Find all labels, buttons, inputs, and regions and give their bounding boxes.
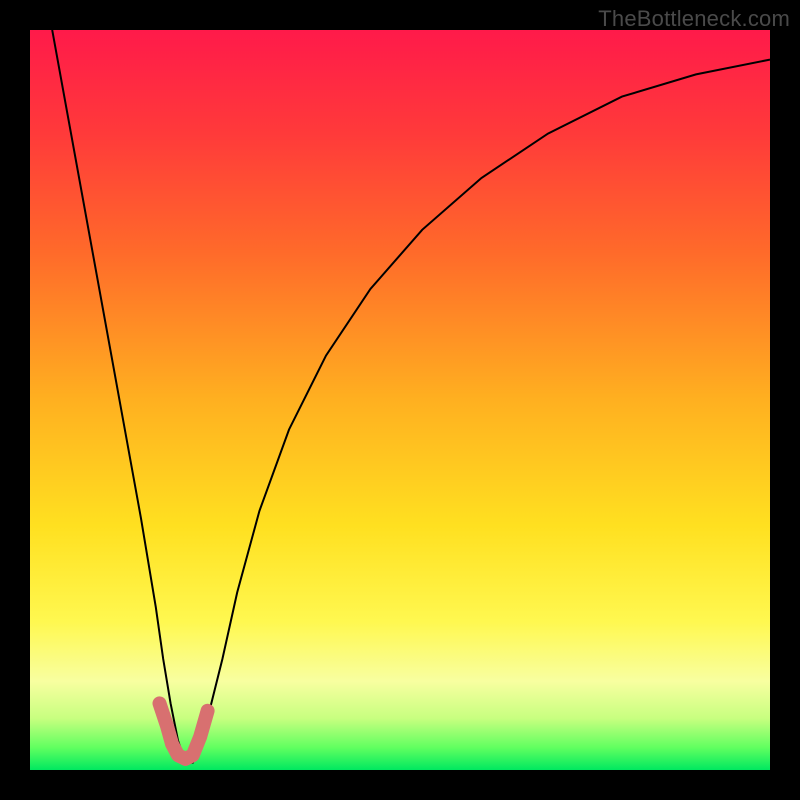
- highlight-bottom: [160, 703, 208, 759]
- plot-area: [30, 30, 770, 770]
- curve-layer: [30, 30, 770, 770]
- watermark-text: TheBottleneck.com: [598, 6, 790, 32]
- chart-frame: TheBottleneck.com: [0, 0, 800, 800]
- bottleneck-curve: [52, 30, 770, 763]
